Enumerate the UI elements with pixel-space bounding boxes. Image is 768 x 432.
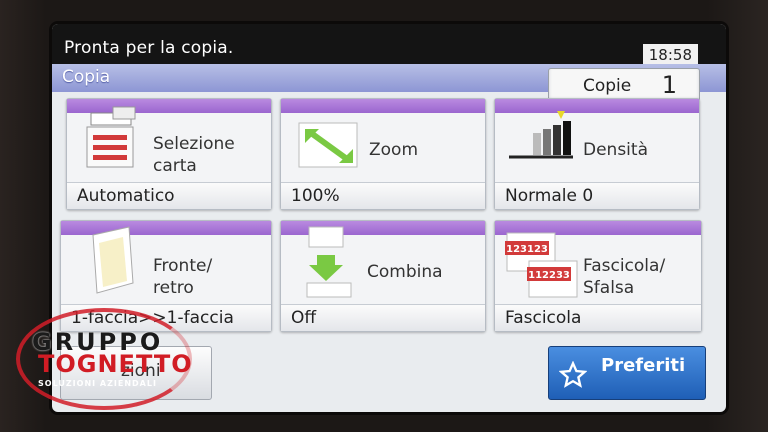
tile-label: Combina <box>367 262 443 282</box>
paper-tray-icon <box>86 106 136 168</box>
screen-title: Copia <box>62 67 111 87</box>
status-message: Pronta per la copia. <box>64 38 234 58</box>
combine-icon <box>306 226 352 298</box>
tile-value: Automatico <box>67 182 271 209</box>
favorites-label: Preferiti <box>601 355 686 376</box>
tile-label: Fascicola/ <box>583 256 666 276</box>
tile-value: Off <box>281 304 485 331</box>
tile-value: Fascicola <box>495 304 701 331</box>
tile-label: retro <box>153 278 194 298</box>
tile-zoom[interactable]: Zoom 100% <box>280 98 486 210</box>
tile-density[interactable]: Densità Normale 0 <box>494 98 700 210</box>
duplex-icon <box>92 226 134 294</box>
tile-band <box>281 99 485 113</box>
collate-icon-text: 112233 <box>528 270 570 281</box>
tile-combine[interactable]: Combina Off <box>280 220 486 332</box>
copies-value: 1 <box>661 71 677 99</box>
star-icon <box>559 361 587 388</box>
logo-line-2: TOGNETTO <box>38 350 193 378</box>
tile-label: Densità <box>583 140 648 160</box>
collate-icon: 123123 112233 <box>505 232 578 298</box>
logo-line-3: SOLUZIONI AZIENDALI <box>38 379 157 388</box>
copies-label: Copie <box>583 76 632 96</box>
tile-label: carta <box>153 156 197 176</box>
density-icon <box>509 111 573 159</box>
tile-label: Sfalsa <box>583 278 635 298</box>
tile-label: Zoom <box>369 140 419 160</box>
tile-paper-selection[interactable]: Selezione carta Automatico <box>66 98 272 210</box>
collate-icon-text: 123123 <box>506 244 548 255</box>
favorites-button[interactable]: Preferiti <box>548 346 706 400</box>
tile-label: Fronte/ <box>153 256 213 276</box>
tile-label: Selezione <box>153 134 235 154</box>
tile-value: Normale 0 <box>495 182 699 209</box>
zoom-icon <box>298 122 358 168</box>
status-bar: Pronta per la copia. 18:58 <box>52 24 726 66</box>
tile-value: 100% <box>281 182 485 209</box>
company-logo-watermark: GRUPPO TOGNETTO SOLUZIONI AZIENDALI <box>14 302 194 412</box>
copies-counter[interactable]: Copie 1 <box>548 68 700 102</box>
tile-collate[interactable]: 123123 112233 Fascicola/ Sfalsa Fascicol… <box>494 220 702 332</box>
clock: 18:58 <box>642 44 698 66</box>
